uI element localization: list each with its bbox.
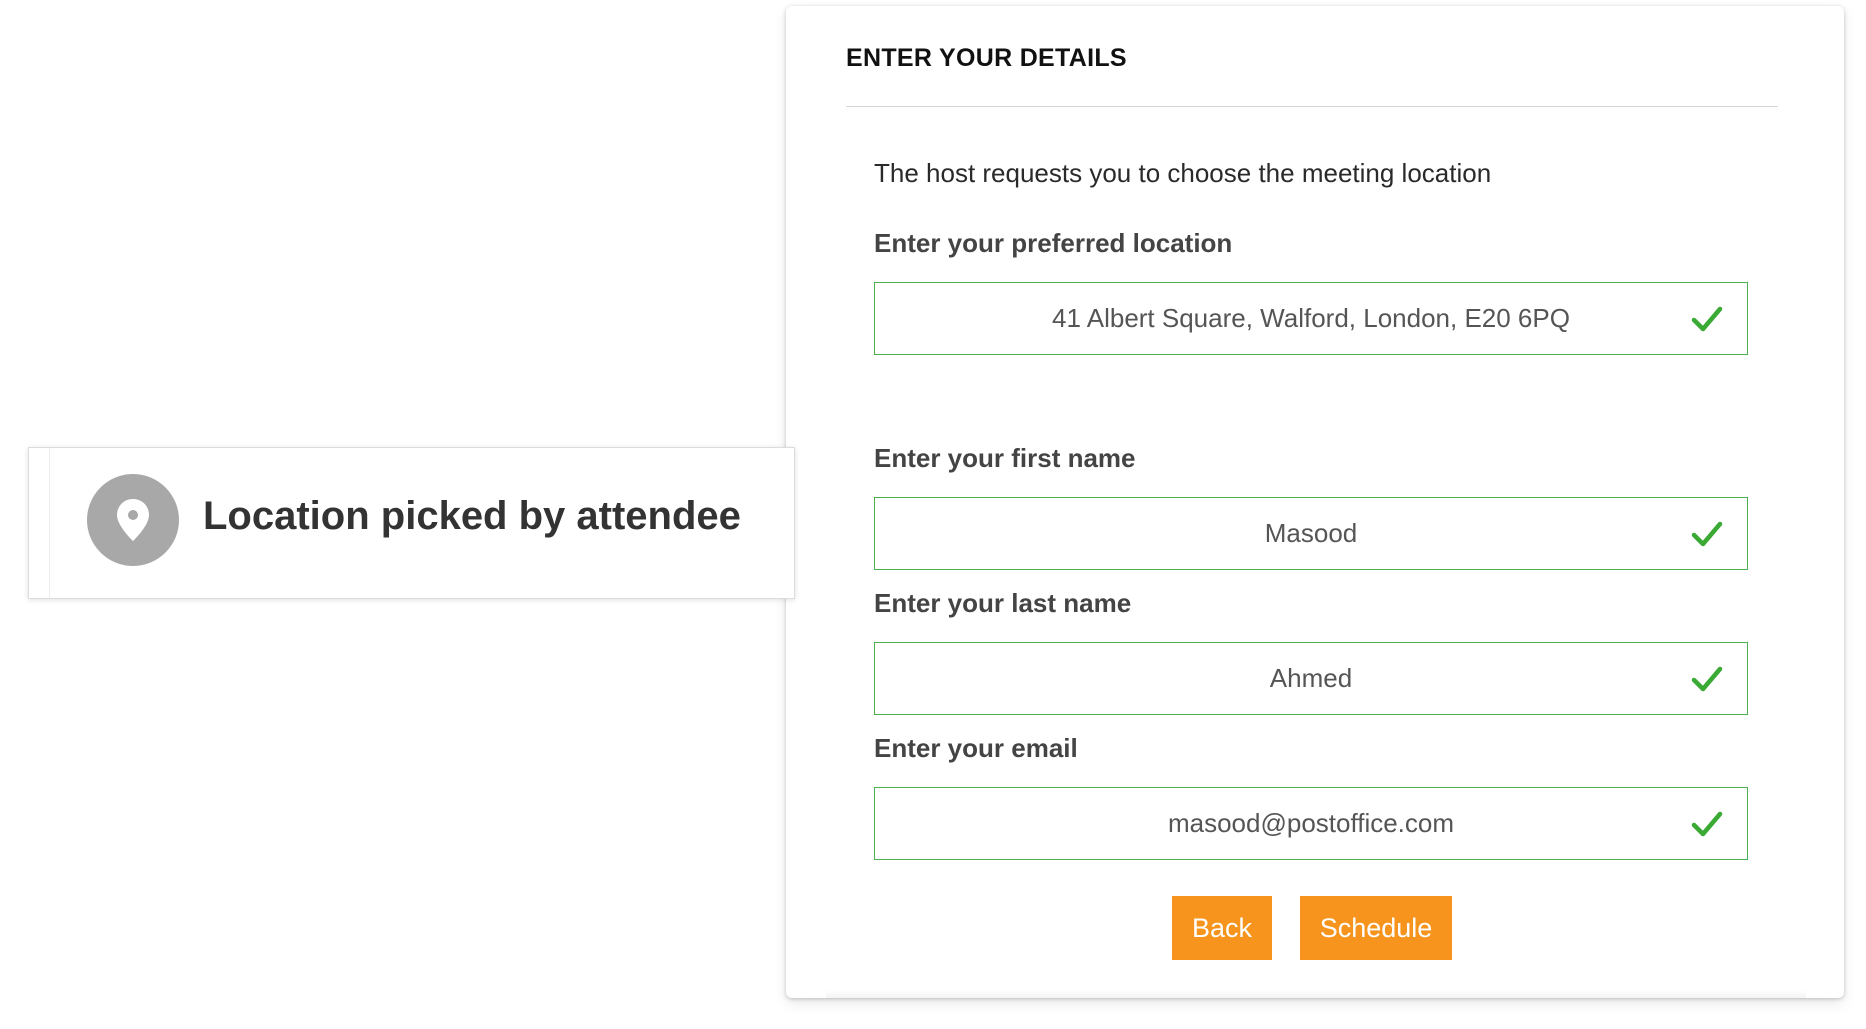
email-label: Enter your email xyxy=(874,733,1078,763)
check-icon xyxy=(1691,811,1723,836)
check-icon xyxy=(1691,521,1723,546)
location-label: Enter your preferred location xyxy=(874,228,1233,258)
location-badge-card: Location picked by attendee xyxy=(28,447,795,599)
email-value: masood@postoffice.com xyxy=(1167,808,1455,838)
form-title: ENTER YOUR DETAILS xyxy=(846,44,1127,72)
last-name-value: Ahmed xyxy=(1269,663,1353,693)
location-pin-icon xyxy=(87,474,179,566)
check-icon xyxy=(1691,666,1723,691)
last-name-field[interactable]: Ahmed xyxy=(874,642,1748,715)
details-form-card: ENTER YOUR DETAILS The host requests you… xyxy=(786,6,1844,998)
location-field[interactable]: 41 Albert Square, Walford, London, E20 6… xyxy=(874,282,1748,355)
first-name-field[interactable]: Masood xyxy=(874,497,1748,570)
first-name-label: Enter your first name xyxy=(874,443,1136,473)
email-field[interactable]: masood@postoffice.com xyxy=(874,787,1748,860)
title-divider xyxy=(846,106,1778,107)
location-pin-glyph xyxy=(117,499,149,541)
check-icon xyxy=(1691,306,1723,331)
card-bottom-shade xyxy=(826,990,1806,998)
back-button[interactable]: Back xyxy=(1172,896,1272,960)
first-name-value: Masood xyxy=(1264,518,1358,548)
intro-text: The host requests you to choose the meet… xyxy=(874,158,1492,188)
schedule-button[interactable]: Schedule xyxy=(1300,896,1452,960)
last-name-label: Enter your last name xyxy=(874,588,1132,618)
location-value: 41 Albert Square, Walford, London, E20 6… xyxy=(1052,303,1570,333)
badge-divider xyxy=(49,448,50,598)
badge-text: Location picked by attendee xyxy=(203,494,741,538)
